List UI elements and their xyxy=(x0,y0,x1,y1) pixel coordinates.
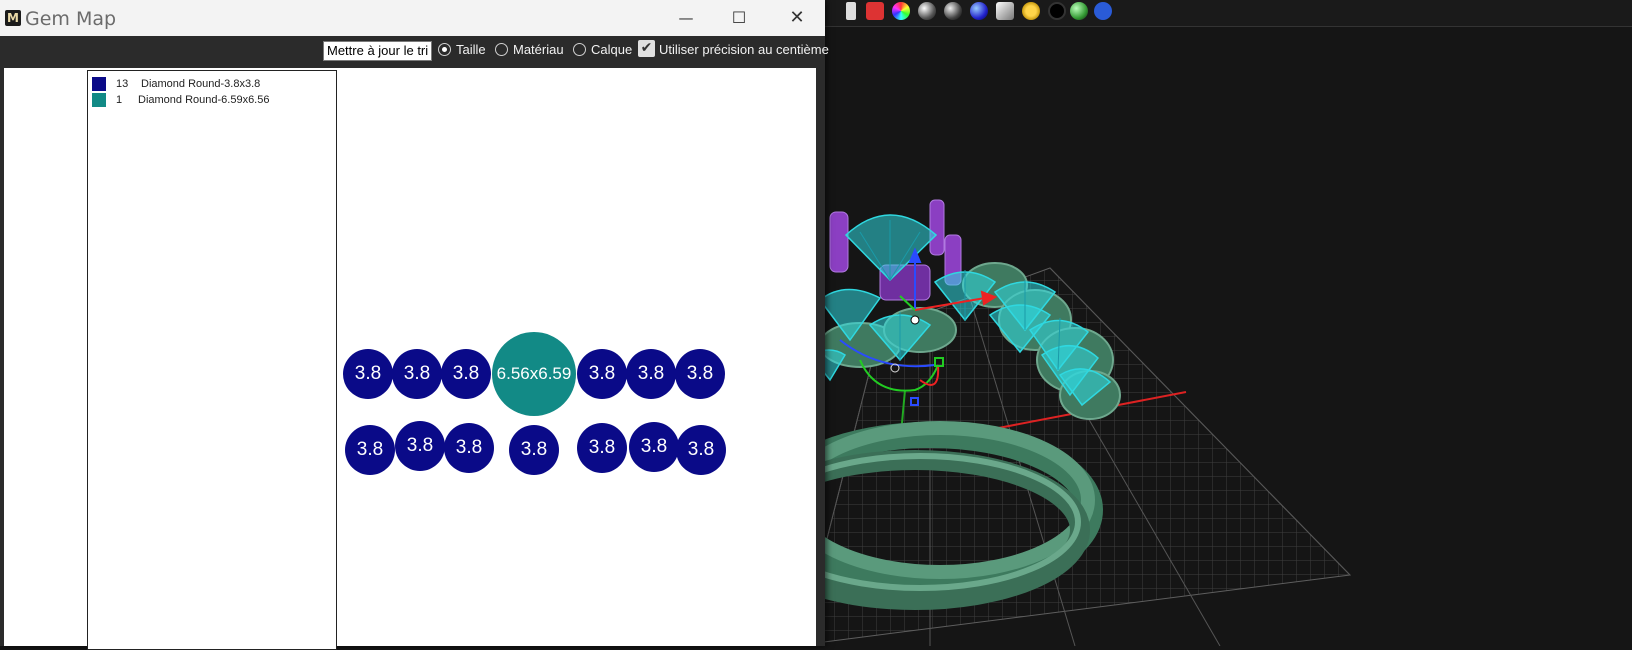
gem-circle[interactable]: 3.8 xyxy=(444,423,494,473)
maximize-icon: ☐ xyxy=(731,8,747,27)
gem-circle[interactable]: 3.8 xyxy=(509,425,559,475)
minimize-button[interactable]: — xyxy=(663,0,709,36)
size-radio-label[interactable]: Taille xyxy=(456,42,486,57)
3d-viewport[interactable] xyxy=(820,0,1632,646)
gem-circle[interactable]: 3.8 xyxy=(441,349,491,399)
legend-gem-name: Diamond Round-3.8x3.8 xyxy=(141,78,261,90)
minimize-icon: — xyxy=(678,9,694,27)
ring-model-scene[interactable] xyxy=(820,0,1632,646)
gem-circle[interactable]: 3.8 xyxy=(395,421,445,471)
hundredth-precision-label[interactable]: Utiliser précision au centième xyxy=(659,42,829,57)
material-radio[interactable] xyxy=(495,43,508,56)
material-radio-label[interactable]: Matériau xyxy=(513,42,564,57)
gem-circle[interactable]: 3.8 xyxy=(626,349,676,399)
checkmark-icon: ✔ xyxy=(640,40,653,56)
gem-legend-panel: 13 Diamond Round-3.8x3.8 1 Diamond Round… xyxy=(87,70,337,650)
legend-color-swatch xyxy=(92,77,106,91)
gem-circle[interactable]: 3.8 xyxy=(577,423,627,473)
gem-circle[interactable]: 3.8 xyxy=(629,422,679,472)
center-gem-circle[interactable]: 6.56x6.59 xyxy=(492,332,576,416)
gem-circle[interactable]: 3.8 xyxy=(676,425,726,475)
options-toolbar: Mettre à jour le tri Taille Matériau Cal… xyxy=(0,36,829,66)
gem-circle[interactable]: 3.8 xyxy=(577,349,627,399)
update-sort-button[interactable]: Mettre à jour le tri xyxy=(323,41,433,61)
gem-circle[interactable]: 3.8 xyxy=(392,349,442,399)
gem-map-canvas: 13 Diamond Round-3.8x3.8 1 Diamond Round… xyxy=(4,68,816,650)
legend-gem-name: Diamond Round-6.59x6.56 xyxy=(138,94,270,106)
close-button[interactable]: ✕ xyxy=(774,0,820,36)
app-logo-icon: M xyxy=(5,10,21,26)
legend-count: 13 xyxy=(116,78,129,90)
size-radio[interactable] xyxy=(438,43,451,56)
legend-color-swatch xyxy=(92,93,106,107)
layer-radio-label[interactable]: Calque xyxy=(591,42,632,57)
hundredth-precision-checkbox[interactable]: ✔ xyxy=(638,40,655,57)
legend-count: 1 xyxy=(116,94,123,106)
window-title: Gem Map xyxy=(25,8,117,30)
gem-circle[interactable]: 3.8 xyxy=(675,349,725,399)
layer-radio[interactable] xyxy=(573,43,586,56)
gem-circle[interactable]: 3.8 xyxy=(343,349,393,399)
maximize-button[interactable]: ☐ xyxy=(716,0,762,36)
title-bar[interactable]: M Gem Map — ☐ ✕ xyxy=(0,0,825,36)
gem-map-window: M Gem Map — ☐ ✕ Mettre à jour le tri Tai… xyxy=(0,0,829,650)
close-icon: ✕ xyxy=(789,7,805,28)
gem-circle[interactable]: 3.8 xyxy=(345,425,395,475)
